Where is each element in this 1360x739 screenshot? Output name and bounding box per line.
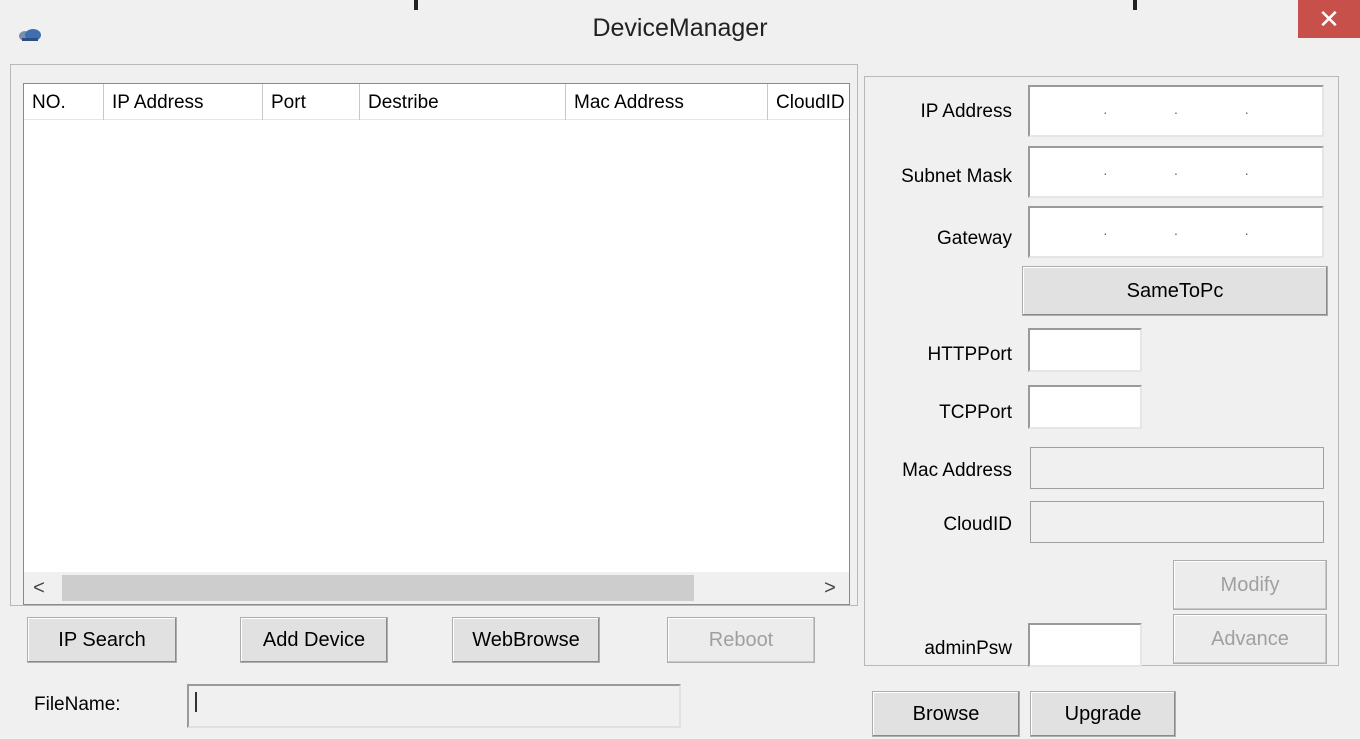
tcp-port-label: TCPPort <box>939 402 1012 423</box>
admin-password-label: adminPsw <box>924 638 1012 659</box>
modify-button[interactable]: Modify <box>1173 560 1327 610</box>
same-to-pc-button[interactable]: SameToPc <box>1022 266 1328 316</box>
column-header-cloudid[interactable]: CloudID <box>768 84 849 120</box>
background-window-edge <box>1133 0 1137 10</box>
ip-octet-separators: ... <box>1103 222 1249 238</box>
filename-field[interactable] <box>187 684 681 728</box>
ip-search-button[interactable]: IP Search <box>27 617 177 663</box>
browse-button[interactable]: Browse <box>872 691 1020 737</box>
scroll-left-icon[interactable]: < <box>24 572 54 604</box>
device-table[interactable]: NO. IP Address Port Destribe Mac Address… <box>23 83 850 605</box>
filename-label: FileName: <box>34 694 121 715</box>
tcp-port-field[interactable] <box>1028 385 1142 429</box>
background-window-edge <box>414 0 418 10</box>
web-browse-button[interactable]: WebBrowse <box>452 617 600 663</box>
column-header-port[interactable]: Port <box>263 84 360 120</box>
cloud-id-field[interactable] <box>1030 501 1324 543</box>
mac-address-field[interactable] <box>1030 447 1324 489</box>
mac-address-label: Mac Address <box>902 460 1012 481</box>
subnet-mask-label: Subnet Mask <box>901 166 1012 187</box>
column-header-destribe[interactable]: Destribe <box>360 84 566 120</box>
column-header-mac-address[interactable]: Mac Address <box>566 84 768 120</box>
add-device-button[interactable]: Add Device <box>240 617 388 663</box>
http-port-field[interactable] <box>1028 328 1142 372</box>
ip-octet-separators: ... <box>1103 101 1249 117</box>
cloud-id-label: CloudID <box>943 514 1012 535</box>
table-header: NO. IP Address Port Destribe Mac Address… <box>24 84 849 120</box>
column-header-no[interactable]: NO. <box>24 84 104 120</box>
ip-address-field[interactable]: ... <box>1028 85 1324 137</box>
column-header-ip-address[interactable]: IP Address <box>104 84 263 120</box>
close-icon: ✕ <box>1318 4 1340 34</box>
close-button[interactable]: ✕ <box>1298 0 1360 38</box>
gateway-label: Gateway <box>937 228 1012 249</box>
window-title: DeviceManager <box>592 14 768 42</box>
ip-address-label: IP Address <box>920 101 1012 122</box>
upgrade-button[interactable]: Upgrade <box>1030 691 1176 737</box>
reboot-button[interactable]: Reboot <box>667 617 815 663</box>
scrollbar-thumb[interactable] <box>62 575 694 601</box>
gateway-field[interactable]: ... <box>1028 206 1324 258</box>
horizontal-scrollbar[interactable]: < > <box>24 572 849 604</box>
http-port-label: HTTPPort <box>927 344 1012 365</box>
text-caret <box>195 692 197 712</box>
scroll-right-icon[interactable]: > <box>815 572 845 604</box>
subnet-mask-field[interactable]: ... <box>1028 146 1324 198</box>
admin-password-field[interactable] <box>1028 623 1142 667</box>
advance-button[interactable]: Advance <box>1173 614 1327 664</box>
ip-octet-separators: ... <box>1103 162 1249 178</box>
